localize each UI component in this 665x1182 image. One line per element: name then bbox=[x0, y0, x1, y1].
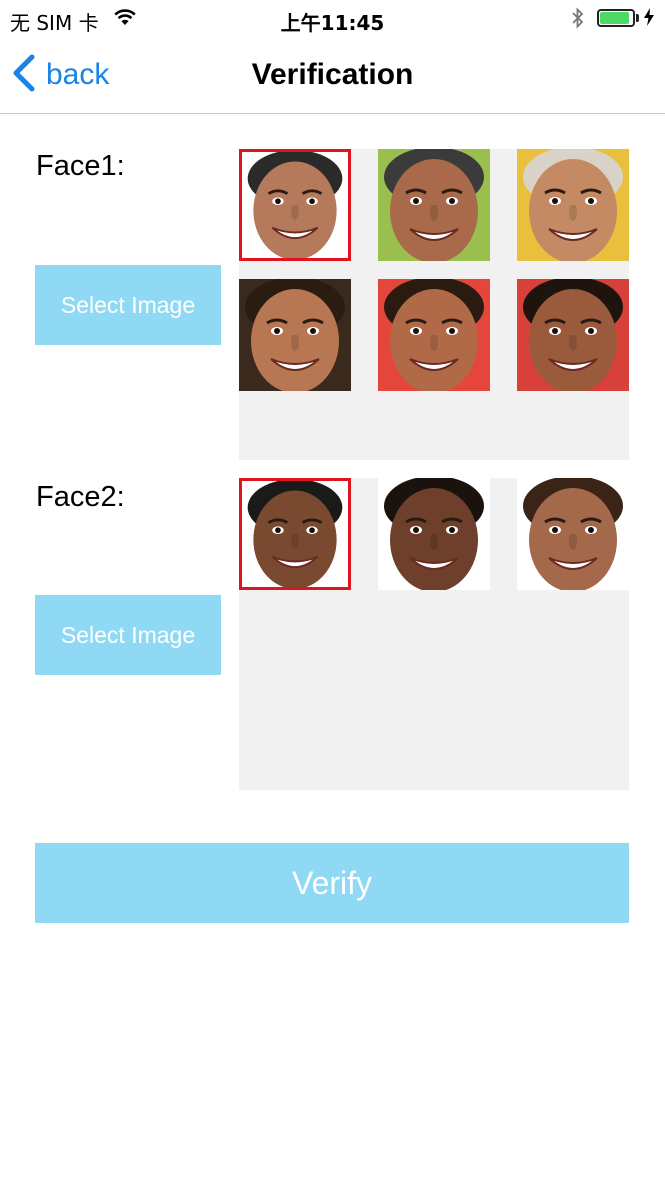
face1-face-thumbnail-3[interactable] bbox=[517, 149, 629, 261]
face2-face-thumbnail-2[interactable] bbox=[378, 478, 490, 590]
bluetooth-icon bbox=[570, 7, 586, 34]
face1-face-thumbnail-1[interactable] bbox=[239, 149, 351, 261]
face2-label: Face2: bbox=[36, 481, 125, 513]
battery-icon bbox=[597, 9, 635, 27]
face1-face-thumbnail-2[interactable] bbox=[378, 149, 490, 261]
face1-face-thumbnail-6[interactable] bbox=[517, 279, 629, 391]
face1-image-grid bbox=[239, 149, 629, 460]
face2-face-thumbnail-3[interactable] bbox=[517, 478, 629, 590]
face2-select-image-button[interactable]: Select Image bbox=[35, 595, 221, 675]
face2-face-thumbnail-1[interactable] bbox=[239, 478, 351, 590]
page-title: Verification bbox=[251, 58, 414, 91]
face1-select-image-button[interactable]: Select Image bbox=[35, 265, 221, 345]
status-bar: 无 SIM 卡 上午11:45 bbox=[0, 0, 665, 36]
clock: 上午11:45 bbox=[280, 11, 385, 35]
face1-face-thumbnail-4[interactable] bbox=[239, 279, 351, 391]
charging-icon bbox=[643, 7, 655, 32]
battery-level bbox=[600, 12, 629, 24]
face2-image-grid bbox=[239, 478, 629, 790]
verify-button[interactable]: Verify bbox=[35, 843, 629, 923]
face1-label: Face1: bbox=[36, 150, 125, 182]
battery-cap bbox=[636, 14, 639, 22]
nav-bar: back Verification bbox=[0, 36, 665, 114]
face1-face-thumbnail-5[interactable] bbox=[378, 279, 490, 391]
